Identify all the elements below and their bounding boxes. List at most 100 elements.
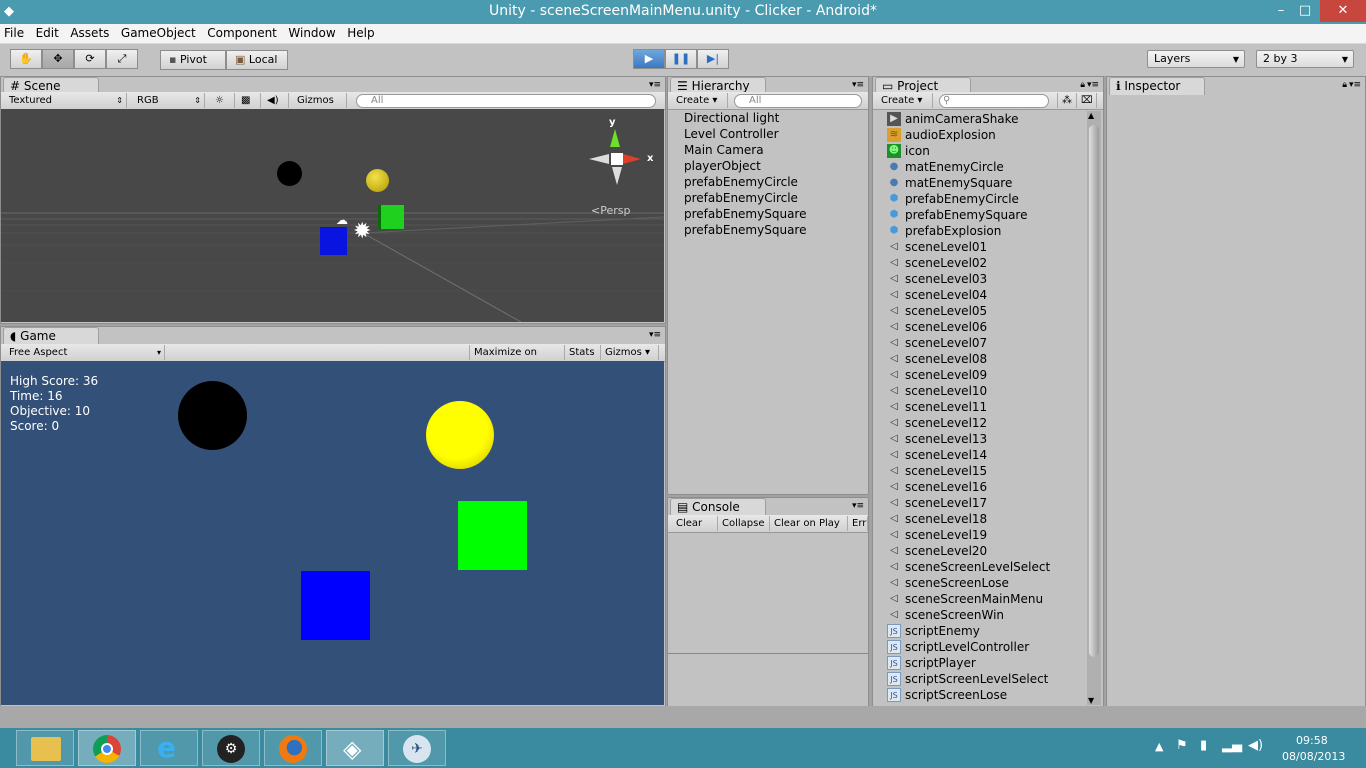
- light-gizmo-icon[interactable]: ✹: [353, 221, 371, 243]
- menu-file[interactable]: File: [0, 24, 28, 40]
- game-view[interactable]: High Score: 36 Time: 16 Objective: 10 Sc…: [1, 361, 664, 705]
- orientation-gizmo[interactable]: y x: [581, 117, 661, 197]
- hierarchy-item[interactable]: prefabEnemyCircle: [668, 190, 868, 206]
- project-item[interactable]: JS scriptEnemy: [873, 623, 1087, 639]
- color-mode-dropdown[interactable]: RGB ⇕: [133, 93, 205, 108]
- taskbar-remote[interactable]: ✈: [388, 730, 446, 766]
- console-log-area[interactable]: [668, 534, 868, 654]
- taskbar-chrome[interactable]: [78, 730, 136, 766]
- console-clear-button[interactable]: Clear: [672, 516, 718, 531]
- hierarchy-item[interactable]: playerObject: [668, 158, 868, 174]
- menu-edit[interactable]: Edit: [32, 24, 63, 40]
- project-item[interactable]: ◁ sceneLevel18: [873, 511, 1087, 527]
- project-item[interactable]: ☻ icon: [873, 143, 1087, 159]
- scene-black-circle[interactable]: [277, 161, 302, 186]
- layout-dropdown[interactable]: 2 by 3 ▼: [1256, 50, 1354, 68]
- hierarchy-item[interactable]: prefabEnemySquare: [668, 222, 868, 238]
- scene-gizmos-dropdown[interactable]: Gizmos ▾: [293, 93, 347, 121]
- render-mode-dropdown[interactable]: Textured ⇕: [5, 93, 127, 108]
- project-item[interactable]: ◁ sceneLevel12: [873, 415, 1087, 431]
- panel-menu-icon[interactable]: ▾≡: [852, 80, 864, 90]
- move-tool-button[interactable]: ✥: [42, 49, 74, 69]
- stats-toggle[interactable]: Stats: [565, 345, 601, 360]
- project-item[interactable]: JS scriptScreenLose: [873, 687, 1087, 703]
- hierarchy-search-input[interactable]: All: [734, 94, 862, 108]
- panel-menu-icon[interactable]: ▾≡: [1087, 80, 1099, 90]
- hierarchy-item[interactable]: Main Camera: [668, 142, 868, 158]
- project-item[interactable]: ● matEnemySquare: [873, 175, 1087, 191]
- show-hidden-icons-icon[interactable]: ▲: [1155, 740, 1163, 753]
- project-item[interactable]: ◁ sceneScreenLevelSelect: [873, 559, 1087, 575]
- project-item[interactable]: ◁ sceneLevel06: [873, 319, 1087, 335]
- scene-search-input[interactable]: All: [356, 94, 656, 108]
- project-item[interactable]: ◁ sceneLevel10: [873, 383, 1087, 399]
- project-item[interactable]: ◁ sceneLevel03: [873, 271, 1087, 287]
- volume-icon[interactable]: ◀): [1248, 738, 1263, 753]
- pause-button[interactable]: ❚❚: [665, 49, 697, 69]
- enemy-green-square[interactable]: [458, 501, 527, 570]
- step-button[interactable]: ▶|: [697, 49, 729, 69]
- battery-icon[interactable]: ▮: [1200, 738, 1207, 753]
- project-item[interactable]: ▶ animCameraShake: [873, 111, 1087, 127]
- taskbar-steam[interactable]: ⚙: [202, 730, 260, 766]
- scale-tool-button[interactable]: ⤢: [106, 49, 138, 69]
- taskbar-explorer[interactable]: [16, 730, 74, 766]
- project-item[interactable]: JS scriptLevelController: [873, 639, 1087, 655]
- scroll-down-icon[interactable]: ▼: [1088, 696, 1094, 705]
- console-collapse-toggle[interactable]: Collapse: [718, 516, 770, 531]
- project-item[interactable]: ⬢ prefabEnemyCircle: [873, 191, 1087, 207]
- layers-dropdown[interactable]: Layers ▼: [1147, 50, 1245, 68]
- camera-gizmo-icon[interactable]: ☁: [336, 213, 348, 227]
- tab-game[interactable]: ◖ Game: [3, 327, 99, 345]
- menu-window[interactable]: Window: [284, 24, 339, 40]
- project-item[interactable]: ◁ sceneLevel17: [873, 495, 1087, 511]
- filter-by-type-button[interactable]: ⁂: [1057, 93, 1077, 108]
- menu-help[interactable]: Help: [343, 24, 378, 40]
- project-item[interactable]: ◁ sceneLevel15: [873, 463, 1087, 479]
- clock-date[interactable]: 08/08/2013: [1282, 750, 1345, 763]
- project-item[interactable]: ◁ sceneLevel16: [873, 479, 1087, 495]
- maximize-button[interactable]: □: [1290, 0, 1320, 22]
- filter-by-label-button[interactable]: ⌧: [1077, 93, 1097, 108]
- enemy-yellow-circle[interactable]: [426, 401, 494, 469]
- gizmo-center-cube[interactable]: [611, 153, 623, 165]
- scene-view[interactable]: ✹ ☁ y x <Persp: [1, 109, 664, 322]
- hand-tool-button[interactable]: ✋: [10, 49, 42, 69]
- project-item[interactable]: ◁ sceneLevel01: [873, 239, 1087, 255]
- aspect-dropdown[interactable]: Free Aspect ▾: [5, 345, 165, 360]
- scene-yellow-circle[interactable]: [366, 169, 389, 192]
- project-item[interactable]: JS scriptScreenLevelSelect: [873, 671, 1087, 687]
- project-item[interactable]: ◁ sceneScreenLose: [873, 575, 1087, 591]
- project-item[interactable]: JS scriptPlayer: [873, 655, 1087, 671]
- panel-menu-icon[interactable]: ▾≡: [1349, 80, 1361, 90]
- scene-blue-square[interactable]: [320, 227, 347, 255]
- lock-icon[interactable]: 🔒︎: [1342, 80, 1347, 90]
- game-gizmos-dropdown[interactable]: Gizmos ▾: [601, 345, 659, 360]
- panel-menu-icon[interactable]: ▾≡: [649, 80, 661, 90]
- scrollbar-thumb[interactable]: [1089, 125, 1099, 657]
- project-item[interactable]: ◁ sceneLevel08: [873, 351, 1087, 367]
- tab-inspector[interactable]: ℹ Inspector: [1109, 77, 1205, 95]
- scene-green-square[interactable]: [378, 205, 404, 229]
- project-item[interactable]: ◁ sceneLevel07: [873, 335, 1087, 351]
- clock-time[interactable]: 09:58: [1296, 734, 1328, 747]
- enemy-blue-square[interactable]: [301, 571, 370, 640]
- project-item[interactable]: ◁ sceneLevel04: [873, 287, 1087, 303]
- console-detail-area[interactable]: [668, 655, 868, 705]
- hierarchy-item[interactable]: Level Controller: [668, 126, 868, 142]
- local-toggle[interactable]: ▣ Local: [226, 50, 288, 70]
- console-clear-on-play-toggle[interactable]: Clear on Play: [770, 516, 848, 531]
- lock-icon[interactable]: 🔒︎: [1080, 80, 1085, 90]
- project-item[interactable]: ◁ sceneScreenMainMenu: [873, 591, 1087, 607]
- project-item[interactable]: ● matEnemyCircle: [873, 159, 1087, 175]
- project-item[interactable]: ◁ sceneLevel09: [873, 367, 1087, 383]
- project-item[interactable]: ◁ sceneLevel19: [873, 527, 1087, 543]
- play-button[interactable]: ▶: [633, 49, 665, 69]
- taskbar-firefox[interactable]: [264, 730, 322, 766]
- project-scrollbar[interactable]: ▲ ▼: [1087, 111, 1101, 705]
- project-item[interactable]: ◁ sceneLevel13: [873, 431, 1087, 447]
- project-item[interactable]: ◁ sceneLevel05: [873, 303, 1087, 319]
- project-item[interactable]: ⬢ prefabExplosion: [873, 223, 1087, 239]
- enemy-black-circle[interactable]: [178, 381, 247, 450]
- projection-label[interactable]: <Persp: [591, 204, 630, 217]
